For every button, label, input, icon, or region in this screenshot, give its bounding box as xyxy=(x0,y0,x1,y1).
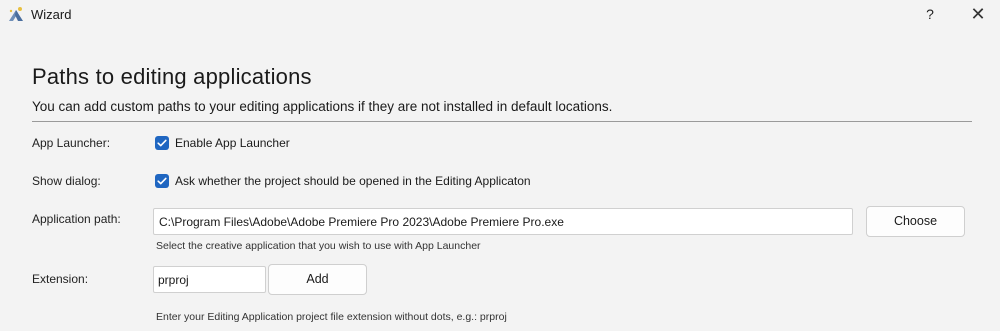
extension-hint: Enter your Editing Application project f… xyxy=(156,311,507,323)
application-path-hint: Select the creative application that you… xyxy=(156,240,481,252)
choose-button[interactable]: Choose xyxy=(866,206,965,237)
application-path-label: Application path: xyxy=(32,212,121,226)
wizard-app-icon xyxy=(9,7,23,21)
show-dialog-label: Show dialog: xyxy=(32,174,101,188)
page-title: Paths to editing applications xyxy=(32,64,312,89)
title-bar: Wizard ? ✕ xyxy=(0,0,1000,28)
checkmark-icon xyxy=(157,139,167,147)
help-button[interactable]: ? xyxy=(918,2,942,26)
enable-app-launcher-checkbox[interactable] xyxy=(155,136,169,150)
app-launcher-label: App Launcher: xyxy=(32,136,111,150)
ask-open-project-label[interactable]: Ask whether the project should be opened… xyxy=(175,174,531,188)
header-divider xyxy=(32,121,972,122)
close-button[interactable]: ✕ xyxy=(966,2,990,26)
application-path-input[interactable] xyxy=(153,208,853,235)
page-description: You can add custom paths to your editing… xyxy=(32,99,613,114)
window-title: Wizard xyxy=(31,7,72,22)
extension-input[interactable] xyxy=(153,266,266,293)
enable-app-launcher-label[interactable]: Enable App Launcher xyxy=(175,136,290,150)
ask-open-project-checkbox[interactable] xyxy=(155,174,169,188)
checkmark-icon xyxy=(157,177,167,185)
extension-label: Extension: xyxy=(32,272,89,286)
add-extension-button[interactable]: Add xyxy=(268,264,367,295)
